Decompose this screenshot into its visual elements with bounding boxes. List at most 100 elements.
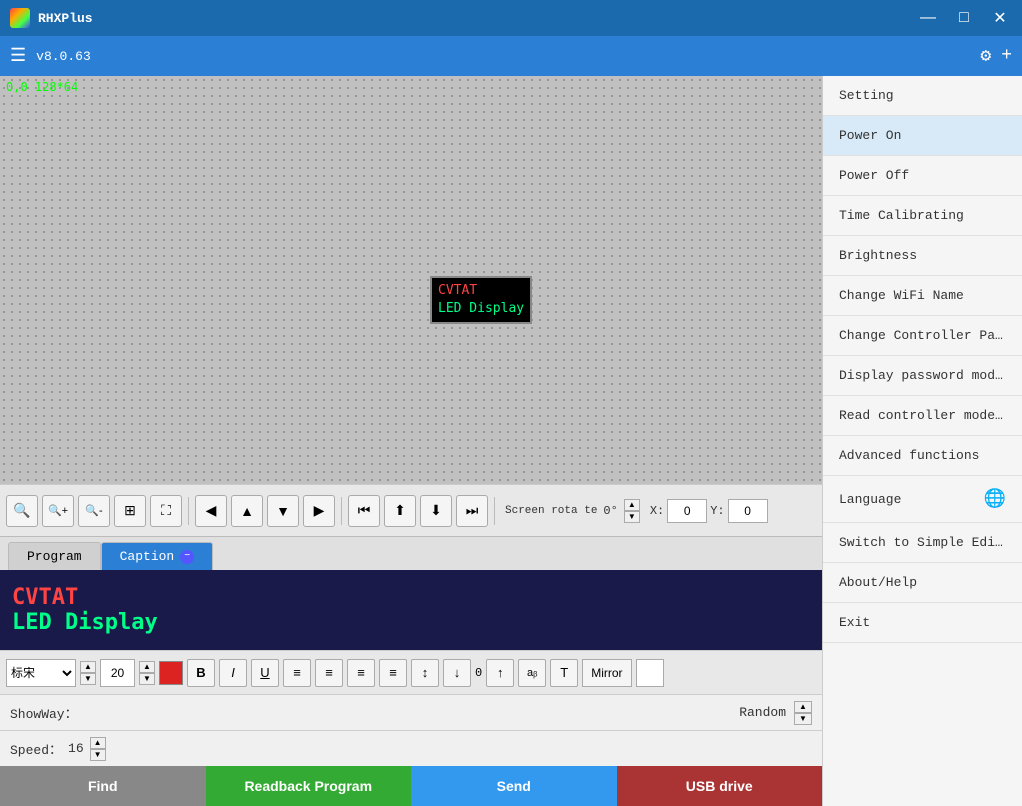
menu-item-1[interactable]: Power On [823,116,1022,156]
zoom-in-button[interactable]: 🔍+ [42,495,74,527]
preview-line2: LED Display [12,610,810,635]
scroll-down-button[interactable]: ⬇ [420,495,452,527]
menu-item-12[interactable]: About/Help [823,563,1022,603]
menu-item-4[interactable]: Brightness [823,236,1022,276]
zoom-out-button[interactable]: 🔍- [78,495,110,527]
main-container: 0,0 128*64 CVTAT LED Display 🔍 🔍+ 🔍- ⊞ ⛶… [0,76,1022,806]
maximize-button[interactable]: □ [952,6,976,30]
speed-row: Speed： 16 ▲ ▼ [0,730,822,766]
tab-program[interactable]: Program [8,542,101,570]
hamburger-menu-icon[interactable]: ☰ [10,45,26,67]
bottom-buttons: Find Readback Program Send USB drive [0,766,822,806]
showway-row: ShowWay： Random ▲ ▼ [0,694,822,730]
italic-button[interactable]: I [219,659,247,687]
menu-item-3[interactable]: Time Calibrating [823,196,1022,236]
rotate-value: 0° [603,504,617,518]
readback-button[interactable]: Readback Program [206,766,412,806]
screen-rotate-label: Screen rota te [505,505,597,517]
showway-down-btn[interactable]: ▼ [794,713,812,725]
titlebar-controls: — □ ✕ [916,6,1012,30]
menu-item-label-10: Language [839,492,901,507]
preview-line1: CVTAT [12,585,810,610]
speed-stepper[interactable]: ▲ ▼ [90,737,106,761]
font-size-input[interactable] [100,659,135,687]
move-left-button[interactable]: ◀ [195,495,227,527]
separator [188,497,189,525]
move-down-button[interactable]: ▼ [267,495,299,527]
y-input[interactable] [728,499,768,523]
font-down-btn[interactable]: ▼ [80,673,96,685]
size-up-btn[interactable]: ▲ [139,661,155,673]
move-right-button[interactable]: ▶ [303,495,335,527]
dot-canvas[interactable]: 0,0 128*64 CVTAT LED Display [0,76,822,484]
globe-icon: 🌐 [984,488,1006,510]
num-label: 0 [475,666,482,680]
find-button[interactable]: Find [0,766,206,806]
grid-button[interactable]: ⊞ [114,495,146,527]
font-stepper[interactable]: ▲ ▼ [80,661,96,685]
zoom-search-button[interactable]: 🔍 [6,495,38,527]
menu-item-13[interactable]: Exit [823,603,1022,643]
font3-button[interactable]: T [550,659,578,687]
fit-button[interactable]: ⛶ [150,495,182,527]
x-input[interactable] [667,499,707,523]
tab-close-icon[interactable]: − [180,550,194,564]
usb-button[interactable]: USB drive [617,766,823,806]
menu-item-2[interactable]: Power Off [823,156,1022,196]
move-up-button[interactable]: ▲ [231,495,263,527]
size-down-btn[interactable]: ▼ [139,673,155,685]
mirror-swatch [636,659,664,687]
menu-item-5[interactable]: Change WiFi Name [823,276,1022,316]
size-stepper[interactable]: ▲ ▼ [139,661,155,685]
controls-row: 🔍 🔍+ 🔍- ⊞ ⛶ ◀ ▲ ▼ ▶ ⏮ ⬆ ⬇ ⏭ Screen rota … [0,484,822,536]
rotate-stepper[interactable]: ▲ ▼ [624,499,640,523]
version-label: v8.0.63 [36,49,91,64]
coord-label: 0,0 128*64 [6,80,78,94]
showway-value: Random [739,705,786,720]
led-line2: LED Display [438,300,524,318]
led-display-widget[interactable]: CVTAT LED Display [430,276,532,324]
close-button[interactable]: ✕ [988,6,1012,30]
align-right-button[interactable]: ≡ [347,659,375,687]
up-button[interactable]: ↑ [486,659,514,687]
align-top-button[interactable]: ↕ [411,659,439,687]
settings-icon[interactable]: ⚙ [980,45,991,67]
separator3 [494,497,495,525]
menu-item-6[interactable]: Change Controller Pas··· [823,316,1022,356]
align-left-button[interactable]: ≡ [283,659,311,687]
menu-item-7[interactable]: Display password modi··· [823,356,1022,396]
minimize-button[interactable]: — [916,6,940,30]
speed-up-btn[interactable]: ▲ [90,737,106,749]
speed-label: Speed： [10,739,62,758]
align-center-button[interactable]: ≡ [315,659,343,687]
toolbar-left: ☰ v8.0.63 [10,45,91,67]
send-button[interactable]: Send [411,766,617,806]
speed-value: 16 [68,741,84,756]
menu-item-11[interactable]: Switch to Simple Edit··· [823,523,1022,563]
menu-item-9[interactable]: Advanced functions [823,436,1022,476]
menu-item-0[interactable]: Setting [823,76,1022,116]
underline-button[interactable]: U [251,659,279,687]
main-toolbar: ☰ v8.0.63 ⚙ + [0,36,1022,76]
add-icon[interactable]: + [1001,46,1012,66]
rotate-down-btn[interactable]: ▼ [624,511,640,523]
font-up-btn[interactable]: ▲ [80,661,96,673]
rotate-up-btn[interactable]: ▲ [624,499,640,511]
scroll-up-button[interactable]: ⬆ [384,495,416,527]
align-middle-button[interactable]: ↓ [443,659,471,687]
align-justify-button[interactable]: ≡ [379,659,407,687]
font-select[interactable]: 标宋 [6,659,76,687]
font2-button[interactable]: aᵦ [518,659,546,687]
color-swatch[interactable] [159,661,183,685]
menu-item-10[interactable]: Language 🌐 [823,476,1022,523]
bold-button[interactable]: B [187,659,215,687]
showway-up-btn[interactable]: ▲ [794,701,812,713]
speed-down-btn[interactable]: ▼ [90,749,106,761]
mirror-button[interactable]: Mirror [582,659,631,687]
separator2 [341,497,342,525]
prev-button[interactable]: ⏮ [348,495,380,527]
scroll-right-button[interactable]: ⏭ [456,495,488,527]
showway-stepper[interactable]: ▲ ▼ [794,701,812,725]
tab-caption[interactable]: Caption − [101,542,214,570]
menu-item-8[interactable]: Read controller model··· [823,396,1022,436]
